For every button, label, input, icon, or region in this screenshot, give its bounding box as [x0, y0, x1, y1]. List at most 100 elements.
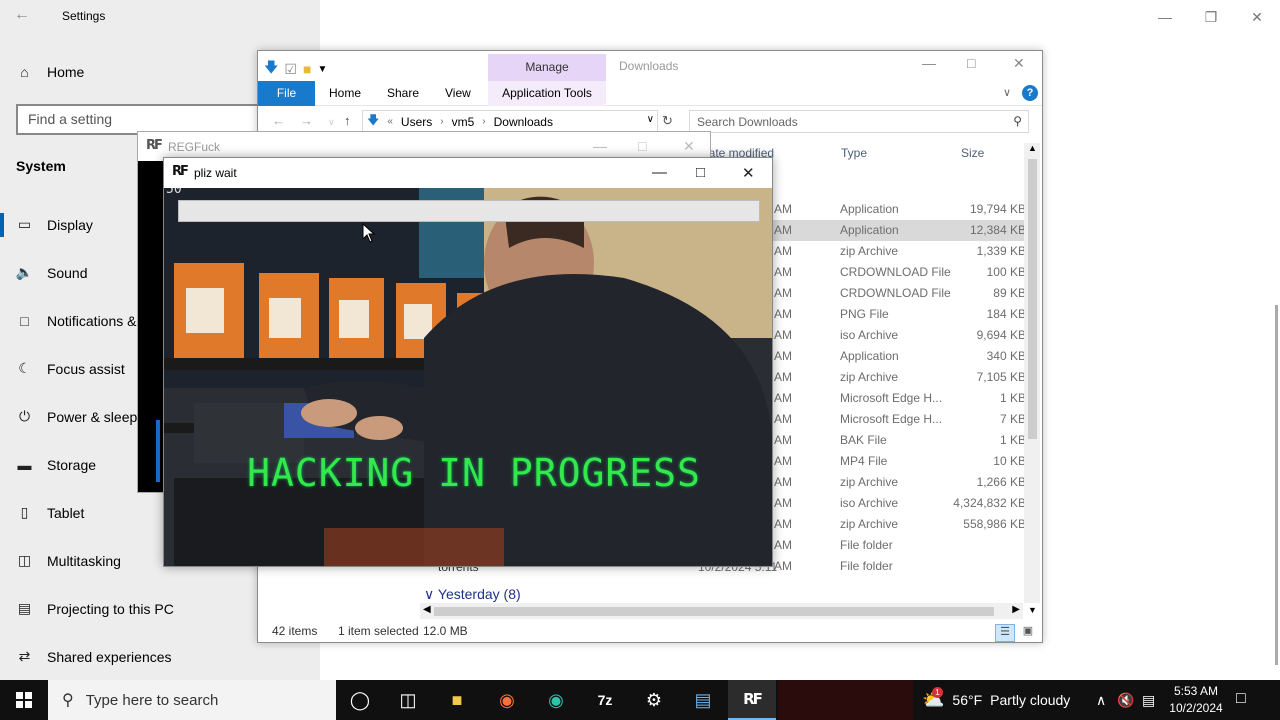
minimize-button[interactable]: — [652, 164, 667, 181]
minimize-button[interactable]: — [593, 138, 607, 154]
tab-share[interactable]: Share [373, 81, 433, 106]
refresh-icon[interactable]: ↻ [662, 113, 673, 129]
close-button[interactable]: ✕ [1234, 6, 1280, 28]
address-bar[interactable]: 🡇 « Users › vm5 › Downloads ∨ [362, 110, 658, 133]
start-button[interactable] [0, 680, 48, 720]
table-row[interactable]: AM iso Archive 9,694 KB [758, 325, 1028, 346]
sidebar-item-focus-assist[interactable]: ☾ Focus assist [16, 360, 125, 377]
sidebar-item-multitasking[interactable]: ◫ Multitasking [16, 552, 121, 569]
table-row[interactable]: AM Application 340 KB [758, 346, 1028, 367]
network-icon[interactable]: ▤ [1142, 680, 1155, 720]
sidebar-item-sound[interactable]: 🔈 Sound [16, 264, 88, 281]
table-row[interactable]: AM BAK File 1 KB [758, 430, 1028, 451]
taskbar-clock[interactable]: 5:53 AM 10/2/2024 [1163, 683, 1229, 717]
table-row[interactable]: AM Application 19,794 KB [758, 199, 1028, 220]
minimize-button[interactable]: — [1142, 6, 1188, 28]
maximize-button[interactable]: □ [967, 55, 975, 71]
vertical-scrollbar[interactable]: ▲ ▼ [1024, 143, 1040, 615]
manage-context-tab[interactable]: Manage [488, 54, 606, 81]
tab-file[interactable]: File [258, 81, 315, 106]
close-button[interactable]: ✕ [1013, 55, 1025, 72]
scroll-left-icon[interactable]: ◀ [423, 604, 431, 615]
table-row[interactable]: AM PNG File 184 KB [758, 304, 1028, 325]
file-explorer-icon[interactable]: ■ [433, 680, 481, 720]
task-view-icon[interactable]: ◫ [384, 680, 432, 720]
scroll-thumb[interactable] [1028, 159, 1037, 439]
table-row[interactable]: AM Microsoft Edge H... 1 KB [758, 388, 1028, 409]
close-button[interactable]: ✕ [683, 138, 695, 155]
selected-indicator [0, 213, 4, 237]
table-row[interactable]: AM zip Archive 7,105 KB [758, 367, 1028, 388]
settings-icon[interactable]: ⚙ [630, 680, 678, 720]
properties-icon[interactable]: ☑ [284, 61, 297, 78]
table-row[interactable]: AM zip Archive 558,986 KB [758, 514, 1028, 535]
breadcrumb-overflow[interactable]: « [387, 116, 393, 127]
table-row[interactable]: AM Microsoft Edge H... 7 KB [758, 409, 1028, 430]
sidebar-item-power-sleep[interactable]: ⏻ Power & sleep [16, 408, 137, 425]
sidebar-item-projecting[interactable]: ▤ Projecting to this PC [16, 600, 174, 617]
column-size[interactable]: Size [961, 146, 984, 160]
up-arrow-icon[interactable]: ↑ [344, 113, 351, 128]
maximize-button[interactable]: □ [696, 164, 705, 181]
weather-widget[interactable]: ⛅ 1 56°F Partly cloudy [922, 680, 1070, 720]
regfuck-taskbar-icon[interactable]: RF [728, 680, 776, 720]
scroll-down-icon[interactable]: ▼ [1028, 605, 1037, 615]
forward-arrow-icon[interactable]: → [300, 113, 313, 128]
column-type[interactable]: Type [841, 146, 867, 160]
pliz-titlebar[interactable]: RF pliz wait — □ ✕ [164, 158, 772, 188]
table-row[interactable]: AM File folder [758, 535, 1028, 556]
tab-view[interactable]: View [431, 81, 485, 106]
sidebar-item-tablet[interactable]: ▯ Tablet [16, 504, 85, 521]
volume-muted-icon[interactable]: 🔇 [1117, 680, 1134, 720]
tab-home[interactable]: Home [315, 81, 375, 106]
address-dropdown-icon[interactable]: ∨ [647, 114, 654, 125]
scroll-up-icon[interactable]: ▲ [1028, 143, 1037, 153]
settings-home[interactable]: ⌂ Home [16, 63, 84, 80]
settings-scrollbar[interactable] [1275, 305, 1278, 665]
ribbon-expand-icon[interactable]: ∨ [1003, 86, 1011, 99]
chevron-up-icon[interactable]: ∧ [1096, 680, 1106, 720]
table-row[interactable]: AM Application 12,384 KB [758, 220, 1028, 241]
restore-button[interactable]: ❐ [1188, 6, 1234, 28]
sidebar-item-shared-experiences[interactable]: ⇄ Shared experiences [16, 648, 172, 665]
group-header-yesterday[interactable]: ∨ Yesterday (8) [424, 586, 521, 603]
edge-icon[interactable]: ◉ [532, 680, 580, 720]
table-row[interactable]: AM iso Archive 4,324,832 KB [758, 493, 1028, 514]
cortana-icon[interactable]: ◯ [336, 680, 384, 720]
table-row[interactable]: AM CRDOWNLOAD File 100 KB [758, 262, 1028, 283]
breadcrumb-vm5[interactable]: vm5 [452, 115, 475, 129]
maximize-button[interactable]: □ [638, 138, 646, 154]
sidebar-item-display[interactable]: ▭ Display [16, 216, 93, 233]
minimize-button[interactable]: — [922, 55, 936, 71]
qat-dropdown-icon[interactable]: ▼ [317, 64, 327, 75]
notification-center-icon[interactable]: □ [1236, 690, 1246, 708]
7zip-icon[interactable]: 7z [581, 680, 629, 720]
scroll-right-icon[interactable]: ▶ [1012, 604, 1020, 615]
explorer-titlebar[interactable]: 🡇 ☑ ■ ▼ Manage Downloads — □ ✕ [258, 51, 1042, 81]
search-input[interactable]: Search Downloads ⚲ [689, 110, 1029, 133]
new-folder-icon[interactable]: ■ [303, 61, 311, 77]
table-row[interactable]: AM zip Archive 1,339 KB [758, 241, 1028, 262]
table-row[interactable]: AM File folder [758, 556, 1028, 577]
horizontal-scrollbar[interactable]: ◀ ▶ [420, 603, 1023, 619]
scroll-thumb[interactable] [434, 607, 994, 616]
back-arrow-icon[interactable]: ← [14, 6, 30, 24]
table-row[interactable]: AM MP4 File 10 KB [758, 451, 1028, 472]
taskbar-search-input[interactable]: ⚲ Type here to search [48, 680, 336, 720]
sidebar-item-storage[interactable]: ▬ Storage [16, 456, 97, 473]
row-time: AM [774, 370, 792, 384]
breadcrumb-downloads[interactable]: Downloads [494, 115, 553, 129]
close-button[interactable]: ✕ [742, 164, 755, 182]
notepad-icon[interactable]: ▤ [679, 680, 727, 720]
back-arrow-icon[interactable]: ← [272, 113, 285, 128]
row-type: iso Archive [840, 328, 899, 342]
recent-dropdown-icon[interactable]: ∨ [328, 117, 335, 128]
large-icons-view-icon[interactable]: ▣ [1018, 624, 1038, 642]
tab-application-tools[interactable]: Application Tools [488, 81, 606, 106]
table-row[interactable]: AM CRDOWNLOAD File 89 KB [758, 283, 1028, 304]
help-icon[interactable]: ? [1022, 85, 1038, 101]
details-view-icon[interactable]: ☰ [995, 624, 1015, 642]
table-row[interactable]: AM zip Archive 1,266 KB [758, 472, 1028, 493]
breadcrumb-users[interactable]: Users [401, 115, 432, 129]
firefox-icon[interactable]: ◉ [483, 680, 531, 720]
